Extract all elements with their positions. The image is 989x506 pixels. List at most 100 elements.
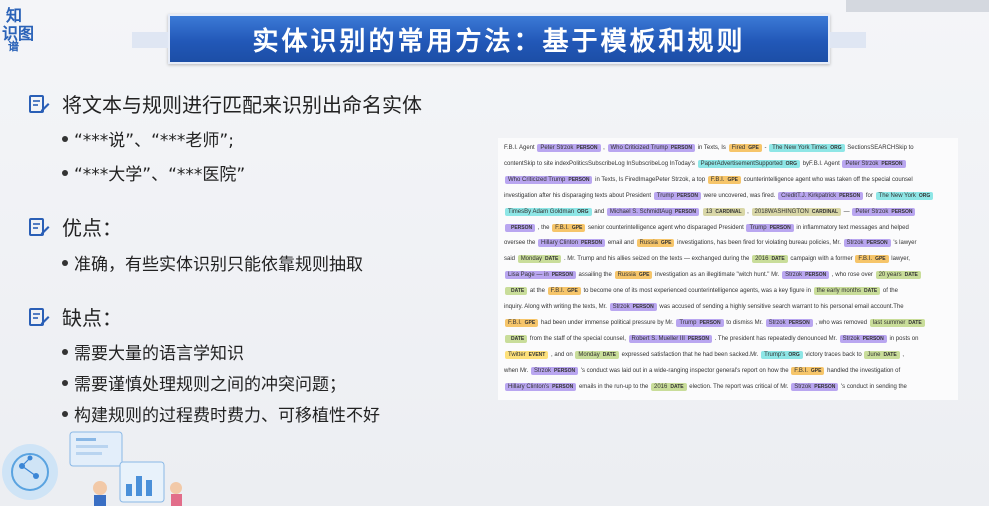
ner-entity-label: DATE bbox=[883, 351, 897, 358]
bullet-text: 需要大量的语言学知识 bbox=[74, 344, 244, 364]
ner-entity-person: Peter Strzok PERSON bbox=[537, 144, 601, 152]
ner-entity-person: Lisa Page — in PERSON bbox=[505, 271, 576, 280]
ner-entity-text: F.B.I. bbox=[555, 224, 569, 231]
ner-entity-text: Strzok bbox=[768, 319, 786, 326]
ner-entity-text: Strzok bbox=[534, 367, 552, 374]
title-bar: 实体识别的常用方法：基于模板和规则 bbox=[132, 14, 866, 64]
ner-entity-text: Trump bbox=[749, 224, 767, 231]
ner-entity-text: Trump's bbox=[764, 351, 786, 358]
ner-entity-label: CARDINAL bbox=[715, 208, 742, 215]
ner-plain-text: 's conduct in sending the bbox=[839, 383, 907, 390]
ner-entity-label: PERSON bbox=[674, 208, 697, 215]
ner-entity-text: Peter Strzok bbox=[540, 145, 574, 151]
ner-entity-text: June bbox=[867, 351, 881, 358]
ner-text-line: TimesBy Adam Goldman ORG and Michael S. S… bbox=[504, 207, 916, 216]
bullet-dot bbox=[62, 348, 68, 355]
section-title: 将文本与规则进行匹配来识别出命名实体 bbox=[62, 93, 422, 117]
ner-plain-text: counterintelligence agent who was taken … bbox=[742, 176, 913, 183]
ner-plain-text: in Texts, Is bbox=[696, 145, 728, 151]
ner-entity-label: GPE bbox=[660, 240, 672, 247]
ner-entity-label: GPE bbox=[875, 256, 886, 263]
ner-entity-label: ORG bbox=[830, 145, 842, 151]
ner-entity-label: PERSON bbox=[862, 335, 884, 342]
ner-entity-person: Trump PERSON bbox=[746, 223, 794, 232]
ner-entity-label: PERSON bbox=[676, 192, 699, 199]
ner-text-line: investigation after his disparaging text… bbox=[504, 191, 934, 200]
ner-entity-label: PERSON bbox=[670, 145, 692, 151]
ner-plain-text: of the bbox=[881, 288, 898, 295]
ner-plain-text: , bbox=[745, 208, 751, 215]
ner-entity-person: Who Criticized Trump PERSON bbox=[505, 175, 593, 184]
ner-entity-text: Peter Strzok bbox=[855, 208, 889, 215]
ner-plain-text: said bbox=[504, 256, 517, 263]
bullet-item: “***大学”、“***医院” bbox=[62, 160, 245, 185]
ner-plain-text: , who rose over bbox=[830, 272, 875, 279]
ner-entity-text: Peter Strzok bbox=[845, 160, 879, 167]
ner-entity-text: 13 bbox=[705, 208, 713, 215]
ner-entity-label: PERSON bbox=[788, 319, 810, 326]
ner-entity-label: GPE bbox=[571, 224, 583, 231]
ner-plain-text: , bbox=[601, 145, 607, 151]
ner-text-line: F.B.I. GPE had been under immense politic… bbox=[504, 318, 926, 327]
ner-plain-text: inquiry. Along with writing the texts, M… bbox=[504, 304, 609, 310]
ner-entity-text: Russia bbox=[617, 272, 636, 279]
ner-entity-person: Michael S. SchmidtAug PERSON bbox=[606, 207, 700, 216]
ner-plain-text: , bbox=[900, 351, 905, 358]
ner-entity-label: PERSON bbox=[511, 224, 533, 231]
ner-entity-label: GPE bbox=[748, 145, 759, 151]
ner-entity-label: PERSON bbox=[554, 367, 576, 374]
ner-entity-label: PERSON bbox=[769, 224, 791, 231]
ner-plain-text: oversee the bbox=[504, 240, 538, 247]
ner-entity-org: Trump's ORG bbox=[761, 350, 803, 359]
bullet-dot bbox=[62, 379, 68, 386]
ner-plain-text: byF.B.I. Agent bbox=[801, 160, 842, 167]
ner-entity-label: PERSON bbox=[687, 335, 710, 342]
ner-plain-text: to dismiss Mr. bbox=[724, 319, 765, 326]
ner-entity-text: Monday bbox=[578, 351, 600, 358]
ner-plain-text: . Mr. Trump and his allies seized on the… bbox=[562, 256, 752, 263]
ner-entity-text: Michael S. SchmidtAug bbox=[609, 208, 672, 215]
ner-text-line: when Mr. Strzok PERSON 's conduct was lai… bbox=[504, 366, 900, 375]
ner-entity-text: F.B.I. bbox=[794, 367, 808, 374]
ner-plain-text: , and on bbox=[549, 351, 575, 358]
ner-entity-org: TimesBy Adam Goldman ORG bbox=[505, 207, 592, 216]
ner-entity-gpe: Russia GPE bbox=[636, 239, 675, 248]
ner-entity-text: Robert S. Mueller III bbox=[631, 335, 685, 342]
ner-entity-org: The New York Times ORG bbox=[769, 144, 845, 152]
bullet-item: 准确，有些实体识别只能依靠规则抽取 bbox=[62, 250, 363, 275]
ner-plain-text: SectionsSEARCHSkip to bbox=[845, 145, 914, 151]
ner-plain-text: when Mr. bbox=[504, 367, 531, 374]
bullet-dot bbox=[62, 259, 68, 266]
ner-text-line: said Monday DATE . Mr. Trump and his alli… bbox=[504, 255, 910, 264]
ner-entity-person: Strzok PERSON bbox=[765, 318, 813, 327]
ner-entity-gpe: F.B.I. GPE bbox=[707, 175, 741, 184]
ner-entity-person: Strzok PERSON bbox=[839, 334, 887, 343]
ner-entity-label: GPE bbox=[810, 367, 822, 374]
document-edit-icon bbox=[29, 94, 50, 113]
ner-plain-text: 's conduct was laid out in a wide-rangin… bbox=[579, 367, 791, 374]
ner-plain-text: investigations, has been fired for viola… bbox=[675, 240, 843, 247]
title-bar-left-wing bbox=[132, 32, 168, 48]
ner-entity-label: EVENT bbox=[528, 351, 546, 358]
ner-entity-person: Trump PERSON bbox=[676, 318, 724, 327]
ner-entity-person: Strzok PERSON bbox=[609, 303, 657, 311]
ner-entity-person: Robert S. Mueller III PERSON bbox=[628, 334, 713, 343]
ner-entity-gpe: F.B.I. GPE bbox=[855, 255, 889, 264]
ner-entity-text: Strzok bbox=[794, 383, 812, 390]
ner-entity-label: DATE bbox=[511, 335, 525, 342]
bullet-item: 需要谨慎处理规则之间的冲突问题； bbox=[62, 370, 346, 395]
ner-entity-gpe: F.B.I. GPE bbox=[505, 318, 539, 327]
ner-entity-label: PERSON bbox=[814, 383, 836, 390]
section-title: 缺点： bbox=[62, 306, 122, 330]
title-bar-right-wing bbox=[830, 32, 866, 48]
ner-entity-text: Russia bbox=[639, 240, 658, 247]
ner-text-line: PERSON , the F.B.I. GPE senior counterint… bbox=[504, 223, 909, 232]
bullet-text: 需要谨慎处理规则之间的冲突问题； bbox=[74, 375, 346, 395]
ner-entity-person: Trump PERSON bbox=[653, 191, 702, 200]
ner-plain-text: — bbox=[842, 208, 852, 215]
ner-plain-text: election. The report was critical of Mr. bbox=[687, 383, 791, 390]
ner-entity-label: PERSON bbox=[891, 208, 913, 215]
ner-entity-label: GPE bbox=[638, 272, 650, 279]
ner-entity-text: Strzok bbox=[785, 272, 803, 279]
ner-entity-person: CreditT.J. Kirkpatrick PERSON bbox=[778, 191, 864, 200]
